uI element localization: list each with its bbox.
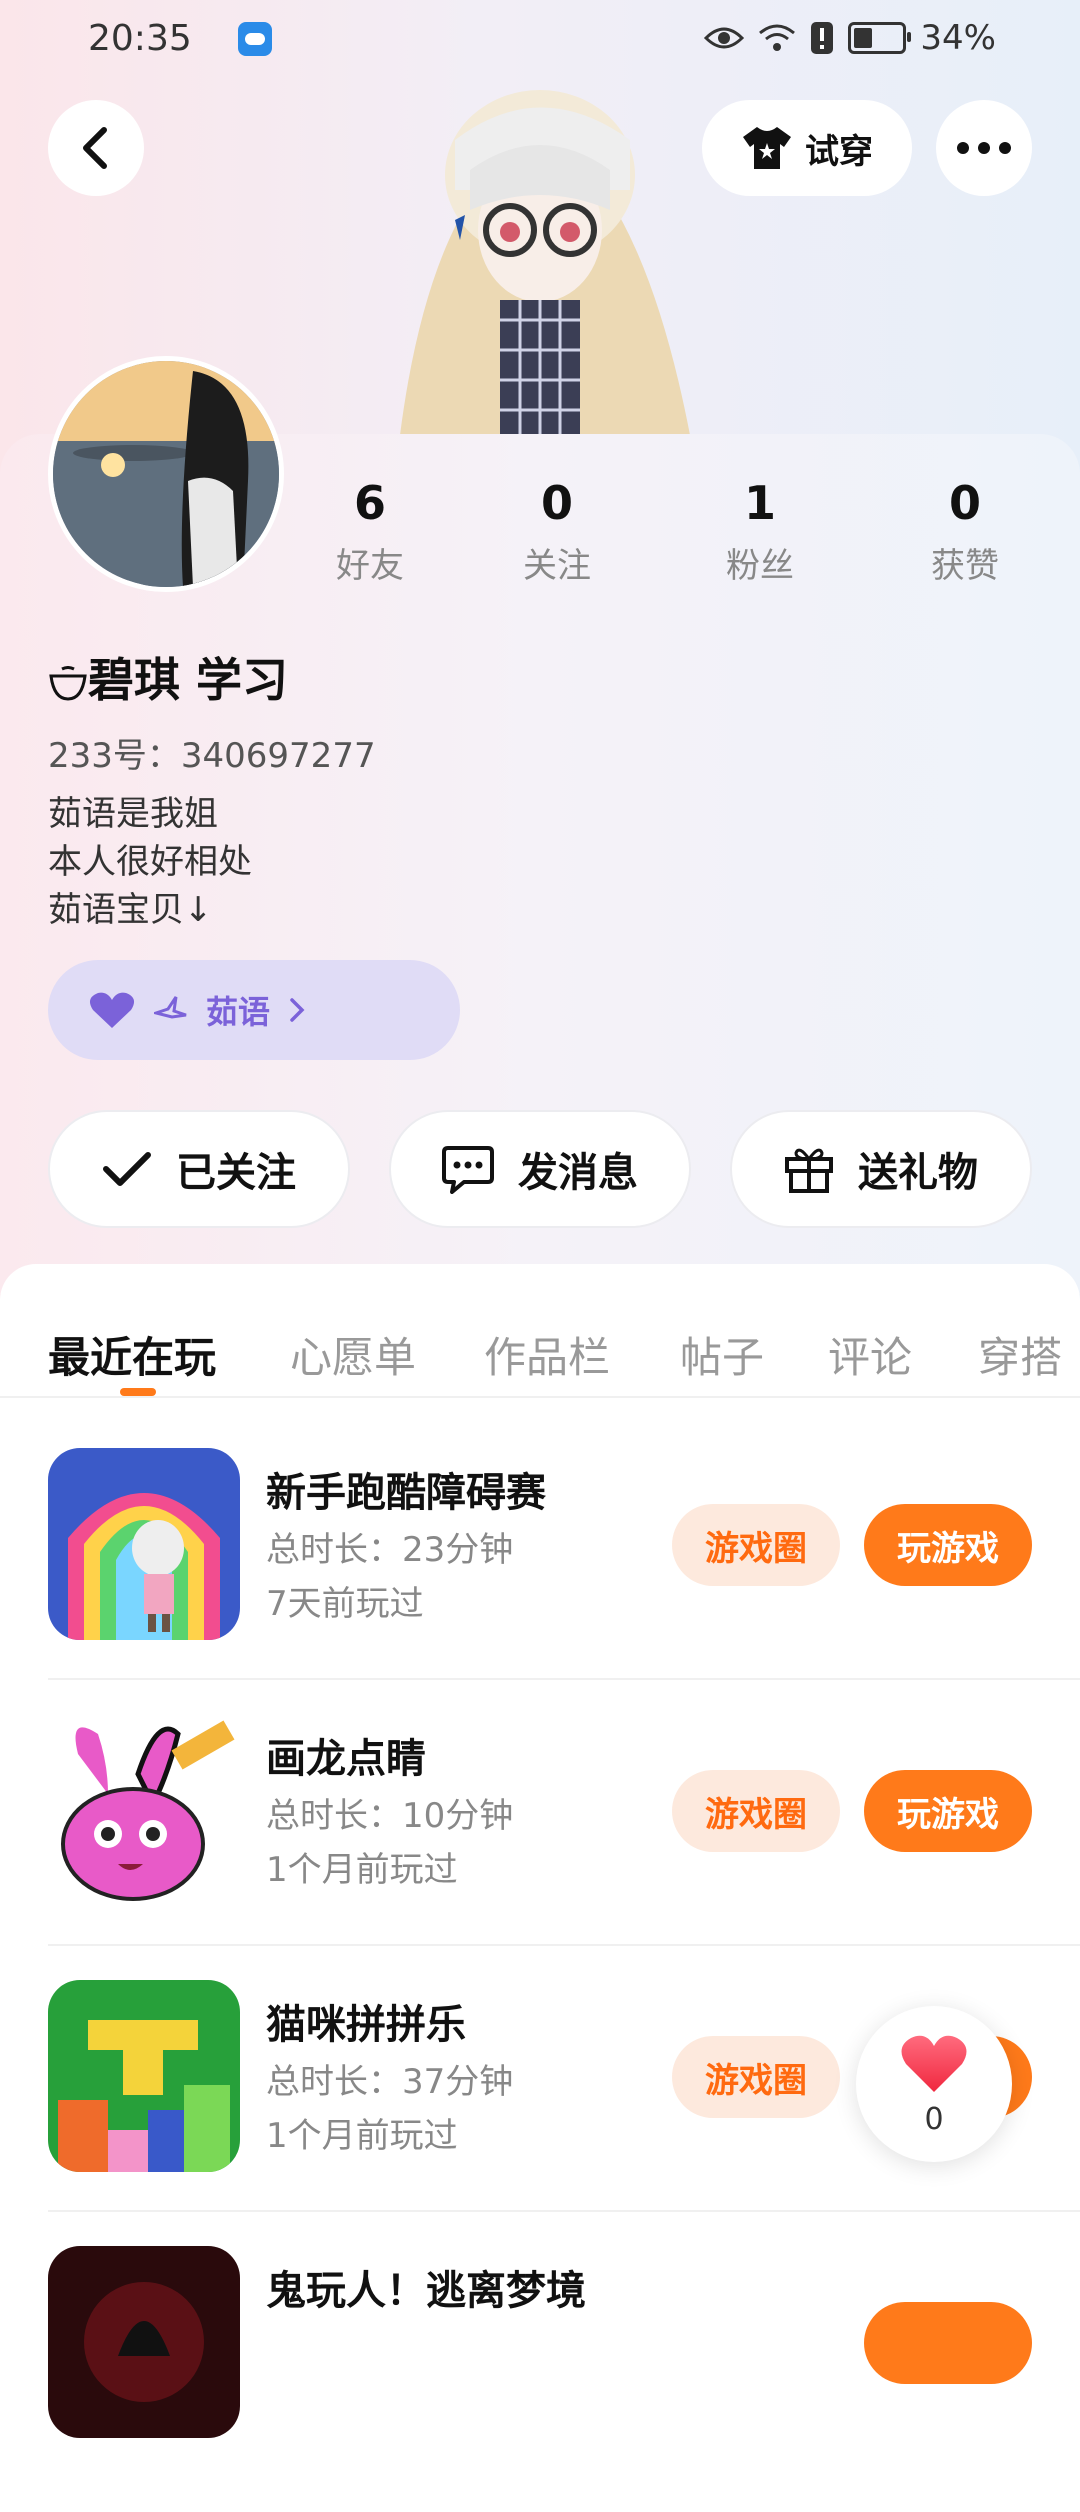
game-circle-button[interactable]: 游戏圈	[672, 1504, 840, 1586]
stat-value: 0	[948, 476, 981, 530]
send-gift-label: 送礼物	[858, 1150, 978, 1196]
battery-percent: 34%	[920, 18, 996, 58]
bio: 茹语是我姐 本人很好相处 茹语宝贝↓	[48, 790, 252, 934]
status-right: 34%	[704, 18, 996, 58]
wifi-icon	[759, 24, 796, 51]
eye-icon	[704, 27, 745, 49]
tab-outfits[interactable]: 穿搭	[978, 1324, 1062, 1385]
game-title: 鬼玩人！逃离梦境	[266, 2268, 586, 2314]
play-game-button[interactable]	[864, 2302, 1032, 2384]
stat-label: 好友	[336, 546, 404, 586]
followed-button[interactable]: 已关注	[48, 1110, 350, 1228]
game-circle-button[interactable]: 游戏圈	[672, 2036, 840, 2118]
message-icon	[442, 1146, 494, 1194]
avatar[interactable]	[48, 356, 284, 592]
list-item[interactable]: 鬼玩人！逃离梦境	[0, 2246, 1080, 2512]
send-gift-button[interactable]: 送礼物	[730, 1110, 1032, 1228]
stat-fans[interactable]: 1 粉丝	[690, 476, 830, 587]
try-on-button[interactable]: 试穿	[702, 100, 912, 196]
tab-wishlist[interactable]: 心愿单	[290, 1324, 416, 1385]
game-title: 画龙点睛	[266, 1736, 426, 1782]
stats-row: 6 好友 0 关注 1 粉丝 0 获赞	[300, 476, 1040, 596]
alert-icon	[811, 22, 834, 54]
tshirt-icon	[743, 127, 791, 169]
list-item[interactable]: 画龙点睛 总时长：10分钟 1个月前玩过 游戏圈 玩游戏	[0, 1714, 1080, 1980]
tab-recent[interactable]: 最近在玩	[48, 1324, 216, 1385]
game-last-played: 1个月前玩过	[266, 2116, 458, 2156]
bird-icon	[154, 996, 187, 1019]
bio-line: 本人很好相处	[48, 842, 252, 882]
chevron-right-icon	[290, 998, 305, 1022]
stat-likes[interactable]: 0 获赞	[895, 476, 1035, 587]
followed-label: 已关注	[176, 1150, 296, 1196]
stat-value: 0	[540, 476, 573, 530]
game-last-played: 1个月前玩过	[266, 1850, 458, 1890]
gift-icon	[785, 1148, 833, 1193]
stat-friends[interactable]: 6 好友	[300, 476, 440, 587]
tab-divider	[0, 1396, 1080, 1398]
stat-value: 6	[353, 476, 386, 530]
back-button[interactable]	[48, 100, 144, 196]
fan-tag-label: 茹语	[206, 993, 271, 1031]
send-message-button[interactable]: 发消息	[389, 1110, 691, 1228]
game-icon	[48, 1980, 240, 2172]
tab-comments[interactable]: 评论	[828, 1324, 912, 1385]
like-count: 0	[924, 2102, 944, 2137]
profile-name-text: 碧琪 学习	[88, 653, 289, 707]
play-game-button[interactable]: 玩游戏	[864, 1770, 1032, 1852]
send-message-label: 发消息	[518, 1150, 638, 1196]
cup-icon	[49, 665, 87, 701]
heart-icon	[89, 992, 135, 1028]
tab-indicator	[120, 1388, 156, 1396]
try-on-label: 试穿	[805, 131, 873, 172]
game-last-played: 7天前玩过	[266, 1584, 424, 1624]
weather-icon	[238, 22, 272, 56]
dress-up-avatar[interactable]	[360, 80, 720, 435]
battery-icon	[848, 22, 912, 54]
divider	[48, 1944, 1080, 1946]
stat-label: 粉丝	[726, 546, 794, 586]
like-float-button[interactable]: 0	[856, 2006, 1012, 2162]
bio-line: 茹语宝贝↓	[48, 890, 213, 930]
stat-value: 1	[743, 476, 776, 530]
stat-following[interactable]: 0 关注	[487, 476, 627, 587]
profile-name: 碧琪 学习	[48, 644, 288, 710]
user-id[interactable]: 233号：340697277	[48, 728, 376, 777]
heart-icon	[901, 2035, 967, 2092]
status-bar: 20:35 34%	[0, 0, 1080, 84]
game-circle-button[interactable]: 游戏圈	[672, 1770, 840, 1852]
game-icon	[48, 1448, 240, 1640]
more-button[interactable]	[936, 100, 1032, 196]
game-duration: 总时长：10分钟	[266, 1796, 514, 1836]
divider	[48, 2210, 1080, 2212]
game-icon	[48, 2246, 240, 2438]
more-icon	[957, 142, 1011, 154]
check-icon	[103, 1152, 151, 1186]
game-title: 新手跑酷障碍赛	[266, 1470, 546, 1516]
play-game-button[interactable]: 玩游戏	[864, 1504, 1032, 1586]
divider	[48, 1678, 1080, 1680]
stat-label: 关注	[523, 546, 591, 586]
game-title: 猫咪拼拼乐	[266, 2002, 466, 2048]
game-icon	[48, 1714, 240, 1906]
game-duration: 总时长：23分钟	[266, 1530, 514, 1570]
fan-tag[interactable]: 茹语	[48, 960, 460, 1060]
list-item[interactable]: 新手跑酷障碍赛 总时长：23分钟 7天前玩过 游戏圈 玩游戏	[0, 1448, 1080, 1714]
stat-label: 获赞	[931, 546, 999, 586]
tab-posts[interactable]: 帖子	[680, 1324, 764, 1385]
bio-line: 茹语是我姐	[48, 794, 218, 834]
back-icon	[83, 127, 107, 169]
tab-works[interactable]: 作品栏	[484, 1324, 610, 1385]
avatar-photo	[53, 361, 279, 587]
status-time: 20:35	[88, 18, 192, 59]
game-duration: 总时长：37分钟	[266, 2062, 514, 2102]
